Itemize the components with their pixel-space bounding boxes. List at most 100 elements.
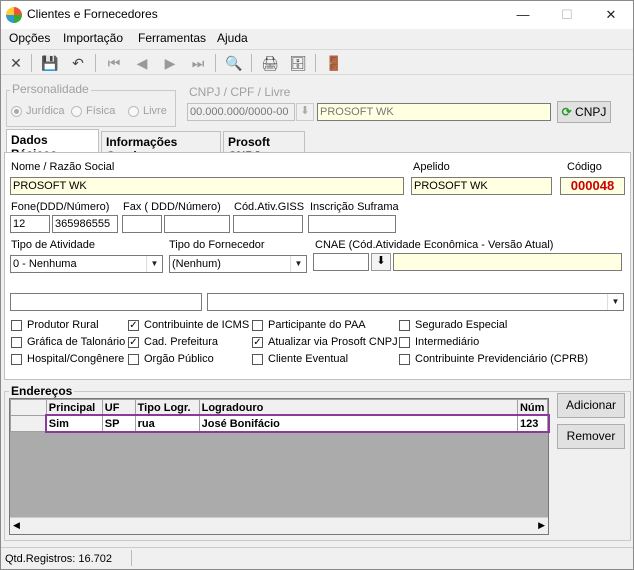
menu-ferramentas[interactable]: Ferramentas: [138, 31, 206, 45]
refresh-icon: ⟳: [561, 105, 572, 119]
window-title: Clientes e Fornecedores: [27, 7, 158, 21]
last-record-icon[interactable]: ⏭: [187, 52, 209, 74]
checkbox-contribuinte-icms[interactable]: ✓: [128, 320, 139, 331]
nome-input[interactable]: PROSOFT WK: [10, 177, 404, 195]
checkbox-produtor-rural[interactable]: [11, 320, 22, 331]
checkbox-cad-prefeitura-label: Cad. Prefeitura: [144, 336, 218, 348]
save-icon[interactable]: 💾: [39, 52, 61, 74]
adicionar-button[interactable]: Adicionar: [557, 393, 625, 418]
extra-input-1[interactable]: [10, 293, 202, 311]
fax-ddd-input[interactable]: [122, 215, 162, 233]
first-record-icon[interactable]: ⏮: [103, 52, 125, 74]
remover-button[interactable]: Remover: [557, 424, 625, 449]
table-corner-cell: [10, 399, 47, 416]
checkbox-produtor-rural-label: Produtor Rural: [27, 319, 99, 331]
menu-bar: Opções Importação Ferramentas Ajuda: [1, 29, 633, 49]
checkbox-hospital-label: Hospital/Congênere: [27, 353, 125, 365]
checkbox-intermediario[interactable]: [399, 337, 410, 348]
cod-giss-label: Cód.Ativ.GISS: [234, 201, 305, 213]
selected-row-highlight: [45, 414, 550, 433]
fone-numero-input[interactable]: 365986555: [52, 215, 118, 233]
fax-label: Fax ( DDD/Número): [123, 201, 221, 213]
fone-ddd-input[interactable]: 12: [10, 215, 50, 233]
checkbox-atualizar-prosoft[interactable]: ✓: [252, 337, 263, 348]
cnpj-name-field: PROSOFT WK: [317, 103, 551, 121]
checkbox-segurado-especial-label: Segurado Especial: [415, 319, 508, 331]
tab-dados-basicos[interactable]: Dados Básicos: [6, 129, 99, 161]
checkbox-grafica-talonario-label: Gráfica de Talonário: [27, 336, 126, 348]
checkbox-participante-paa-label: Participante do PAA: [268, 319, 366, 331]
cnpj-lookup-icon[interactable]: ⬇: [296, 103, 314, 121]
scroll-left-icon[interactable]: ◀: [13, 520, 20, 531]
cod-giss-input[interactable]: [233, 215, 303, 233]
checkbox-participante-paa[interactable]: [252, 320, 263, 331]
toolbar-separator: [251, 54, 252, 72]
undo-icon[interactable]: ↶: [67, 52, 89, 74]
suframa-input[interactable]: [308, 215, 396, 233]
extra-select[interactable]: ▼: [207, 293, 624, 311]
cnpj-input[interactable]: 00.000.000/0000-00: [187, 103, 295, 121]
status-divider: [131, 550, 132, 566]
cnae-lookup-icon[interactable]: ⬇: [371, 253, 391, 271]
cnpj-button[interactable]: ⟳ CNPJ: [557, 101, 611, 123]
chevron-down-icon[interactable]: ▼: [607, 294, 623, 310]
suframa-label: Inscrição Suframa: [310, 201, 399, 213]
toolbar-separator: [315, 54, 316, 72]
horizontal-scrollbar[interactable]: ◀ ▶: [10, 517, 548, 534]
tab-prosoft-cnpj[interactable]: Prosoft CNPJ: [223, 131, 305, 163]
next-record-icon[interactable]: ▶: [159, 52, 181, 74]
checkbox-hospital[interactable]: [11, 354, 22, 365]
toolbar: ✕ 💾 ↶ ⏮ ◀ ▶ ⏭ 🔍 🖨 🗄 🚪: [1, 49, 633, 75]
personalidade-label: Personalidade: [10, 82, 91, 96]
checkbox-orgao-publico[interactable]: [128, 354, 139, 365]
cnae-input[interactable]: [313, 253, 369, 271]
menu-importacao[interactable]: Importação: [63, 31, 123, 45]
cancel-icon[interactable]: ✕: [5, 52, 27, 74]
tipo-atividade-select[interactable]: 0 - Nenhuma ▼: [10, 255, 163, 273]
cnpj-label: CNPJ / CPF / Livre: [189, 85, 291, 99]
tipo-atividade-label: Tipo de Atividade: [11, 239, 95, 251]
row-indicator[interactable]: [10, 415, 47, 432]
checkbox-grafica-talonario[interactable]: [11, 337, 22, 348]
codigo-label: Código: [567, 161, 602, 173]
chevron-down-icon[interactable]: ▼: [290, 256, 306, 272]
print-icon[interactable]: 🖨: [259, 52, 281, 74]
minimize-icon[interactable]: —: [501, 1, 545, 29]
search-binoculars-icon[interactable]: 🔍: [223, 52, 245, 74]
tipo-fornecedor-select[interactable]: (Nenhum) ▼: [169, 255, 307, 273]
checkbox-cad-prefeitura[interactable]: ✓: [128, 337, 139, 348]
radio-fisica[interactable]: [71, 106, 82, 117]
checkbox-cliente-eventual[interactable]: [252, 354, 263, 365]
report-icon[interactable]: 🗄: [287, 52, 309, 74]
title-bar: Clientes e Fornecedores — ☐ ✕: [1, 1, 633, 29]
checkbox-segurado-especial[interactable]: [399, 320, 410, 331]
radio-fisica-label: Física: [86, 105, 116, 117]
checkbox-contribuinte-icms-label: Contribuinte de ICMS: [144, 319, 250, 331]
apelido-input[interactable]: PROSOFT WK: [411, 177, 552, 195]
exit-door-icon[interactable]: 🚪: [323, 52, 345, 74]
checkbox-cprb[interactable]: [399, 354, 410, 365]
tipo-fornecedor-value: (Nenhum): [172, 258, 221, 270]
radio-livre-label: Livre: [143, 105, 167, 117]
radio-juridica-label: Jurídica: [26, 105, 65, 117]
tab-informacoes-gerais[interactable]: Informações Gerais: [101, 131, 221, 163]
fax-numero-input[interactable]: [164, 215, 230, 233]
close-icon[interactable]: ✕: [589, 1, 633, 29]
scroll-right-icon[interactable]: ▶: [538, 520, 545, 531]
apelido-label: Apelido: [413, 161, 450, 173]
enderecos-label: Endereços: [9, 384, 75, 398]
app-icon: [6, 7, 22, 23]
menu-opcoes[interactable]: Opções: [9, 31, 50, 45]
previous-record-icon[interactable]: ◀: [131, 52, 153, 74]
chevron-down-icon[interactable]: ▼: [146, 256, 162, 272]
cnae-description-field: [393, 253, 622, 271]
cnae-label: CNAE (Cód.Atividade Econômica - Versão A…: [315, 239, 554, 251]
checkbox-cprb-label: Contribuinte Previdenciário (CPRB): [415, 353, 589, 365]
radio-juridica[interactable]: [11, 106, 22, 117]
checkbox-orgao-publico-label: Orgão Público: [144, 353, 214, 365]
maximize-icon[interactable]: ☐: [545, 1, 589, 29]
radio-livre[interactable]: [128, 106, 139, 117]
checkbox-intermediario-label: Intermediário: [415, 336, 480, 348]
menu-ajuda[interactable]: Ajuda: [217, 31, 248, 45]
tipo-fornecedor-label: Tipo do Fornecedor: [169, 239, 265, 251]
